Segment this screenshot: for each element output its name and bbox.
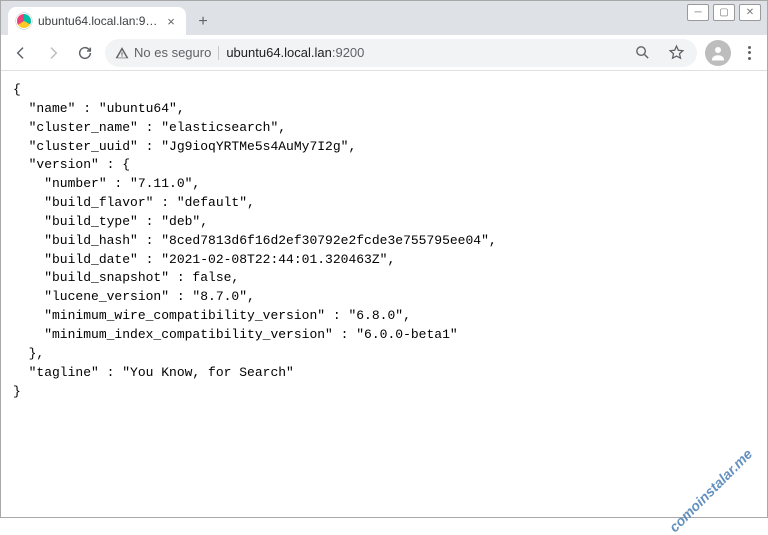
window-controls: ─ ▢ ✕ [687,4,761,21]
close-tab-icon[interactable]: × [164,14,178,28]
close-window-button[interactable]: ✕ [739,4,761,21]
minimize-button[interactable]: ─ [687,4,709,21]
bookmark-star-icon[interactable] [665,42,687,64]
back-button[interactable] [9,41,33,65]
toolbar: No es seguro ubuntu64.local.lan:9200 [1,35,767,71]
url-text: ubuntu64.local.lan:9200 [226,45,364,60]
tab-title: ubuntu64.local.lan:9200 [38,14,158,28]
tab-strip: ubuntu64.local.lan:9200 × + [1,1,767,35]
browser-tab[interactable]: ubuntu64.local.lan:9200 × [8,7,186,35]
security-indicator[interactable]: No es seguro [115,45,211,60]
elasticsearch-favicon [16,13,32,29]
profile-avatar[interactable] [705,40,731,66]
json-response-body: { "name" : "ubuntu64", "cluster_name" : … [1,71,767,517]
new-tab-button[interactable]: + [190,9,216,35]
address-bar[interactable]: No es seguro ubuntu64.local.lan:9200 [105,39,697,67]
security-label: No es seguro [134,45,211,60]
browser-menu-button[interactable] [739,46,759,60]
warning-icon [115,46,129,60]
maximize-button[interactable]: ▢ [713,4,735,21]
forward-button[interactable] [41,41,65,65]
person-icon [709,44,727,62]
separator [218,46,219,60]
reload-button[interactable] [73,41,97,65]
search-icon[interactable] [631,42,653,64]
